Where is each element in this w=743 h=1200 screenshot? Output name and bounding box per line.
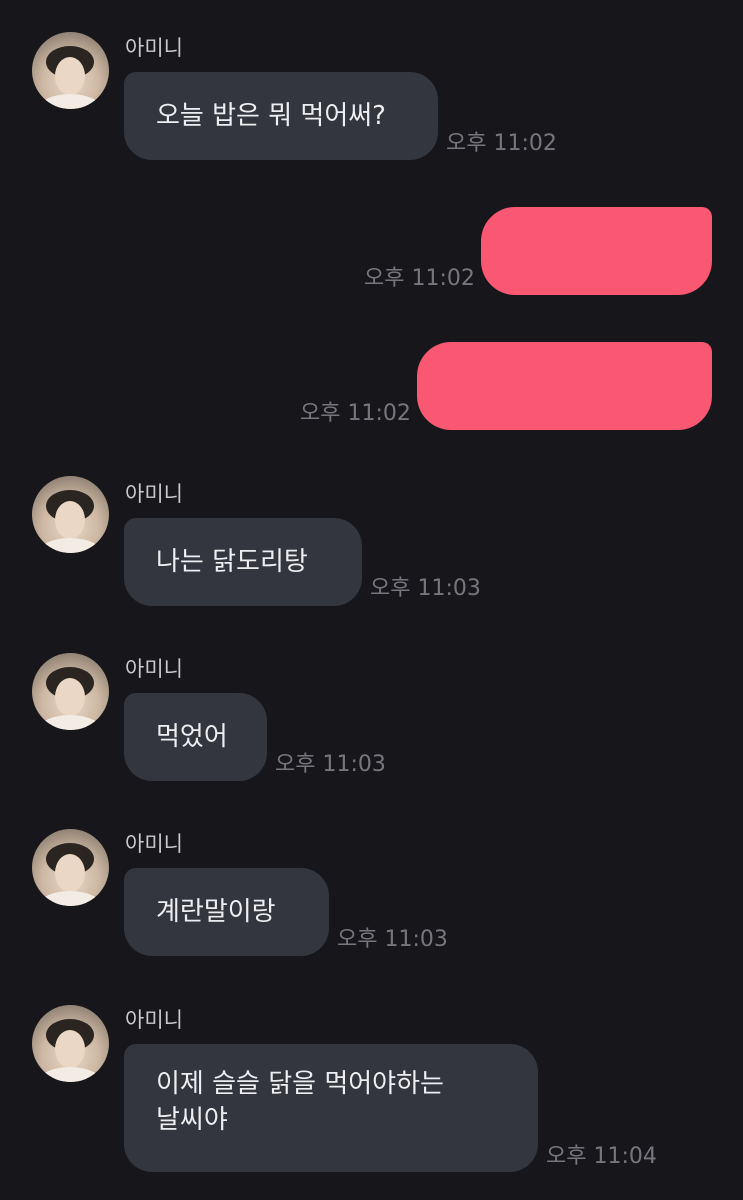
sender-name: 아미니 [125,36,183,60]
message-bubble[interactable]: 계란말이랑 [124,868,329,956]
message-bubble[interactable]: 이제 슬슬 닭을 먹어야하는 날씨야 [124,1044,538,1172]
message-timestamp: 오후 11:02 [364,266,475,291]
avatar[interactable] [32,476,109,553]
message-bubble[interactable]: 나는 닭도리탕 [124,518,362,606]
message-timestamp: 오후 11:04 [546,1144,657,1169]
avatar[interactable] [32,1005,109,1082]
message-bubble[interactable]: 오늘 밥은 뭐 먹어써? [124,72,438,160]
message-timestamp: 오후 11:02 [300,401,411,426]
avatar[interactable] [32,32,109,109]
message-timestamp: 오후 11:03 [275,752,386,777]
sender-name: 아미니 [125,657,183,681]
message-line: 날씨야 [156,1105,228,1135]
sender-name: 아미니 [125,1008,183,1032]
message-timestamp: 오후 11:02 [446,131,557,156]
sent-message-bubble[interactable] [481,207,712,295]
avatar[interactable] [32,829,109,906]
sender-name: 아미니 [125,832,183,856]
sent-message-bubble[interactable] [417,342,712,430]
message-line: 이제 슬슬 닭을 먹어야하는 [156,1069,444,1099]
message-bubble[interactable]: 먹었어 [124,693,267,781]
message-timestamp: 오후 11:03 [370,576,481,601]
message-timestamp: 오후 11:03 [337,927,448,952]
sender-name: 아미니 [125,482,183,506]
avatar[interactable] [32,653,109,730]
